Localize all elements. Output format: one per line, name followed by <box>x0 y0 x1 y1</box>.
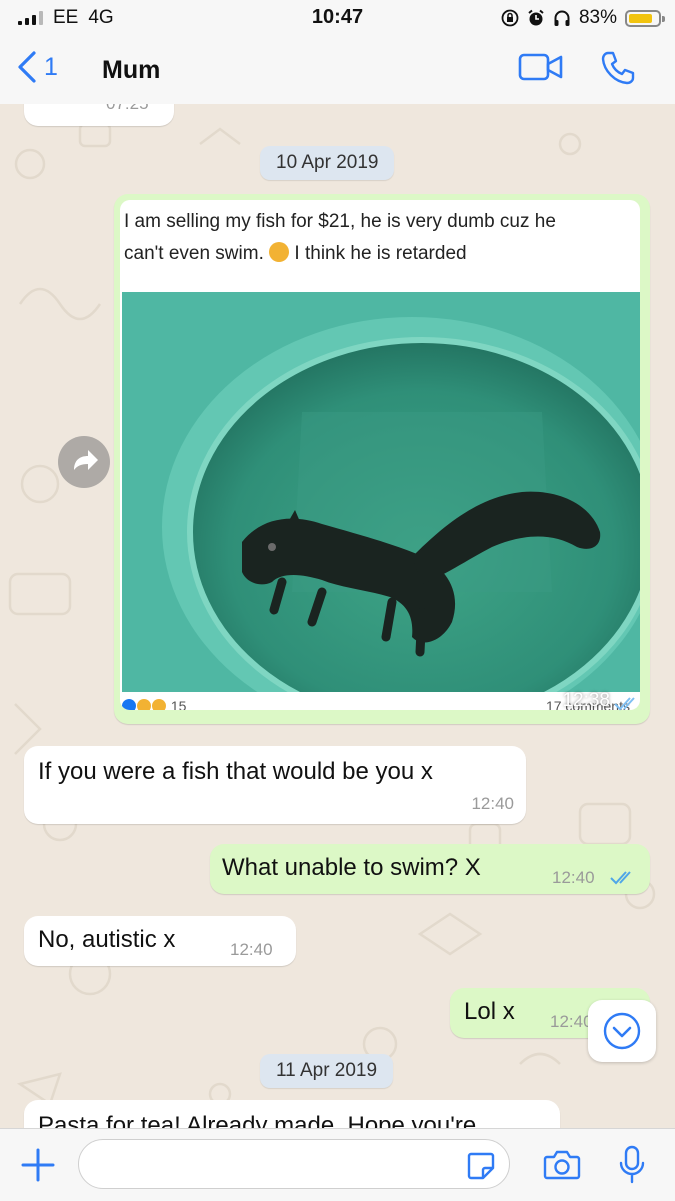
message-text: K x <box>40 104 75 110</box>
alarm-icon <box>528 9 544 26</box>
sticker-button[interactable] <box>466 1151 496 1186</box>
date-separator: 11 Apr 2019 <box>260 1054 394 1088</box>
message-bubble-partial-bottom[interactable]: Pasta for tea! Already made. Hope you're <box>24 1100 560 1128</box>
screenshot-caption: I am selling my fish for $21, he is very… <box>124 206 634 270</box>
chat-header: 1 Mum <box>0 36 675 105</box>
contact-name[interactable]: Mum <box>102 56 160 85</box>
back-chevron-icon <box>18 51 36 83</box>
voice-call-button[interactable] <box>600 50 636 91</box>
message-text: Pasta for tea! Already made. Hope you're <box>38 1112 477 1128</box>
squirrel-photo <box>122 292 640 692</box>
forward-arrow-icon <box>74 450 98 470</box>
camera-icon <box>543 1150 581 1180</box>
headphones-icon <box>554 10 570 26</box>
read-ticks-icon <box>614 697 635 711</box>
message-time: 12:40 <box>550 1012 593 1031</box>
reaction-count: 15 <box>170 698 187 710</box>
chevron-down-circle-icon <box>603 1012 641 1050</box>
chat-area[interactable]: K x 07:25 10 Apr 2019 I am selling my fi… <box>0 104 675 1128</box>
message-text: No, autistic x <box>38 926 176 953</box>
attach-button[interactable] <box>20 1147 56 1188</box>
battery-icon <box>625 9 665 27</box>
forward-button[interactable] <box>58 436 110 488</box>
input-bar <box>0 1128 675 1201</box>
message-input[interactable] <box>78 1139 510 1189</box>
battery-percent: 83% <box>578 7 617 28</box>
video-call-button[interactable] <box>518 52 564 87</box>
plus-icon <box>21 1148 55 1182</box>
message-bubble-incoming[interactable]: No, autistic x 12:40 <box>24 916 296 966</box>
read-ticks-icon <box>610 871 631 885</box>
message-text: Lol x <box>464 998 515 1025</box>
sticker-icon <box>467 1152 495 1180</box>
unread-count: 1 <box>44 52 58 81</box>
caption-line-2: can't even swim. I think he is retarded <box>124 238 634 270</box>
message-text: If you were a fish that would be you x <box>38 758 433 785</box>
message-time: 12:40 <box>552 868 595 887</box>
microphone-icon <box>619 1145 645 1184</box>
angry-face-emoji-icon <box>269 242 290 262</box>
message-time: 07:25 <box>106 104 149 114</box>
microphone-button[interactable] <box>618 1145 646 1190</box>
status-right: 83% <box>501 7 665 29</box>
date-separator: 10 Apr 2019 <box>260 146 395 180</box>
message-bubble-outgoing[interactable]: What unable to swim? X 12:40 <box>210 844 650 894</box>
caption-line-2-end: I think he is retarded <box>294 243 467 264</box>
caption-line-1: I am selling my fish for $21, he is very… <box>124 211 556 232</box>
scroll-to-bottom-button[interactable] <box>588 1000 656 1062</box>
camera-button[interactable] <box>543 1149 581 1186</box>
message-time: 12:40 <box>230 940 273 959</box>
video-camera-icon <box>518 53 563 81</box>
phone-icon <box>601 51 635 85</box>
back-button[interactable]: 1 <box>16 50 58 84</box>
image-message-bubble[interactable]: I am selling my fish for $21, he is very… <box>114 194 650 724</box>
message-time: 12:40 <box>471 794 514 813</box>
caption-line-2-start: can't even swim. <box>124 243 264 264</box>
message-text: What unable to swim? X <box>222 854 481 881</box>
forwarded-screenshot[interactable]: I am selling my fish for $21, he is very… <box>120 200 640 710</box>
message-bubble-partial-top[interactable]: K x 07:25 <box>24 104 174 126</box>
status-bar: EE 4G 10:47 83% <box>0 0 675 36</box>
orientation-lock-icon <box>501 9 519 27</box>
message-time: 12:38 <box>562 690 610 711</box>
message-bubble-incoming[interactable]: If you were a fish that would be you x 1… <box>24 746 526 824</box>
reactions-row: 15 <box>122 698 186 710</box>
